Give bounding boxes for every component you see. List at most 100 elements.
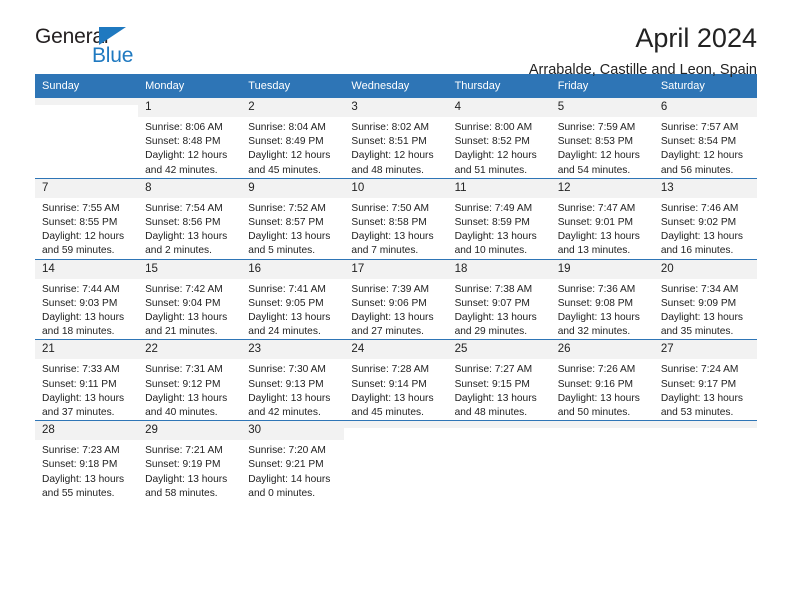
calendar-day-cell[interactable]: 9 Sunrise: 7:52 AM Sunset: 8:57 PM Daylight… (241, 177, 345, 260)
sunrise-time: Sunrise: 7:59 AM (557, 122, 636, 133)
sunset-time: Sunset: 9:15 PM (454, 378, 530, 390)
day-number: 30 (241, 421, 345, 441)
sunrise-time: Sunrise: 7:52 AM (248, 202, 326, 214)
calendar-day-cell[interactable]: 10 Sunrise: 7:50 AM Sunset: 8:58 PM Dayligh… (344, 177, 448, 260)
daylight-duration-line2: and 42 minutes. (145, 164, 218, 176)
day-details (344, 428, 447, 432)
day-details: Sunrise: 7:26 AM Sunset: 9:16 PM Daylight:… (551, 359, 654, 420)
day-number (35, 98, 139, 105)
daylight-duration-line1: Daylight: 13 hours (557, 312, 640, 324)
sunrise-time: Sunrise: 7:41 AM (248, 283, 326, 295)
calendar-day-cell[interactable]: 27 Sunrise: 7:24 AM Sunset: 9:17 PM Dayligh… (653, 339, 757, 421)
sunrise-time: Sunrise: 8:06 AM (145, 122, 223, 133)
daylight-duration-line1: Daylight: 13 hours (660, 392, 743, 404)
day-details: Sunrise: 7:47 AM Sunset: 9:01 PM Daylight:… (551, 198, 654, 259)
calendar-day-cell[interactable]: 21 Sunrise: 7:33 AM Sunset: 9:11 PM Dayligh… (35, 339, 139, 421)
calendar-day-cell[interactable]: 25 Sunrise: 7:27 AM Sunset: 9:15 PM Dayligh… (447, 339, 551, 421)
calendar-day-cell[interactable]: 22 Sunrise: 7:31 AM Sunset: 9:12 PM Dayligh… (138, 339, 242, 421)
daylight-duration-line2: and 58 minutes. (145, 487, 218, 499)
calendar-day-cell[interactable]: 4 Sunrise: 8:00 AM Sunset: 8:52 PM Daylight… (447, 97, 551, 179)
calendar-week-row: 21 Sunrise: 7:33 AM Sunset: 9:11 PM Dayligh… (35, 339, 757, 421)
day-details: Sunrise: 7:41 AM Sunset: 9:05 PM Daylight:… (241, 279, 344, 340)
sunset-time: Sunset: 9:02 PM (660, 217, 737, 229)
calendar-day-cell-empty (35, 97, 139, 179)
sunrise-time: Sunrise: 7:39 AM (351, 283, 430, 295)
calendar-week-row: 28 Sunrise: 7:23 AM Sunset: 9:18 PM Dayligh… (35, 420, 757, 502)
general-blue-logo[interactable]: General Blue (35, 26, 185, 72)
calendar-day-cell[interactable]: 30 Sunrise: 7:20 AM Sunset: 9:21 PM Dayligh… (241, 420, 345, 502)
sunset-time: Sunset: 8:49 PM (248, 136, 324, 148)
sunrise-time: Sunrise: 7:47 AM (557, 202, 636, 214)
daylight-duration-line1: Daylight: 12 hours (351, 150, 434, 162)
day-number: 25 (447, 340, 551, 360)
sunset-time: Sunset: 9:13 PM (248, 378, 324, 390)
day-number: 26 (550, 340, 654, 360)
calendar-day-cell[interactable]: 2 Sunrise: 8:04 AM Sunset: 8:49 PM Daylight… (241, 97, 345, 179)
calendar-day-cell[interactable]: 28 Sunrise: 7:23 AM Sunset: 9:18 PM Dayligh… (35, 420, 139, 502)
sunset-time: Sunset: 9:09 PM (660, 297, 737, 309)
sunrise-time: Sunrise: 7:21 AM (145, 445, 223, 457)
day-number: 7 (35, 178, 139, 198)
daylight-duration-line2: and 10 minutes. (454, 245, 528, 257)
sunset-time: Sunset: 8:51 PM (351, 136, 427, 148)
calendar-day-cell[interactable]: 8 Sunrise: 7:54 AM Sunset: 8:56 PM Daylight… (138, 177, 242, 260)
day-number: 6 (653, 98, 757, 117)
day-details: Sunrise: 7:36 AM Sunset: 9:08 PM Daylight:… (551, 279, 654, 340)
calendar-day-cell[interactable]: 6 Sunrise: 7:57 AM Sunset: 8:54 PM Daylight… (653, 97, 757, 179)
day-details: Sunrise: 7:44 AM Sunset: 9:03 PM Daylight:… (35, 279, 138, 340)
calendar-day-cell[interactable]: 16 Sunrise: 7:41 AM Sunset: 9:05 PM Dayligh… (241, 258, 345, 340)
page-header: General Blue April 2024 Arrabalde, Casti… (35, 0, 757, 78)
daylight-duration-line1: Daylight: 13 hours (145, 392, 228, 404)
calendar-day-cell[interactable]: 3 Sunrise: 8:02 AM Sunset: 8:51 PM Daylight… (344, 97, 448, 179)
calendar-day-cell[interactable]: 24 Sunrise: 7:28 AM Sunset: 9:14 PM Dayligh… (344, 339, 448, 421)
sunset-time: Sunset: 8:53 PM (557, 136, 634, 148)
sunset-time: Sunset: 9:16 PM (557, 378, 634, 390)
calendar-day-cell[interactable]: 13 Sunrise: 7:46 AM Sunset: 9:02 PM Dayligh… (653, 177, 757, 260)
sunset-time: Sunset: 8:59 PM (454, 217, 530, 229)
calendar-day-cell[interactable]: 14 Sunrise: 7:44 AM Sunset: 9:03 PM Dayligh… (35, 258, 139, 340)
daylight-duration-line2: and 48 minutes. (454, 407, 528, 419)
calendar-day-cell[interactable]: 23 Sunrise: 7:30 AM Sunset: 9:13 PM Dayligh… (241, 339, 345, 421)
daylight-duration-line2: and 54 minutes. (557, 164, 631, 176)
calendar-day-cell[interactable]: 15 Sunrise: 7:42 AM Sunset: 9:04 PM Dayligh… (138, 258, 242, 340)
calendar-day-cell[interactable]: 7 Sunrise: 7:55 AM Sunset: 8:55 PM Daylight… (35, 177, 139, 260)
sunrise-time: Sunrise: 7:34 AM (660, 283, 739, 295)
calendar-week-row: 7 Sunrise: 7:55 AM Sunset: 8:55 PM Daylight… (35, 177, 757, 260)
triangle-icon (99, 27, 126, 45)
daylight-duration-line1: Daylight: 13 hours (454, 392, 537, 404)
sunset-time: Sunset: 9:12 PM (145, 378, 221, 390)
daylight-duration-line2: and 18 minutes. (42, 326, 115, 338)
daylight-duration-line2: and 42 minutes. (248, 407, 321, 419)
calendar-day-cell[interactable]: 1 Sunrise: 8:06 AM Sunset: 8:48 PM Daylight… (138, 97, 242, 179)
daylight-duration-line1: Daylight: 13 hours (145, 312, 228, 324)
sunrise-time: Sunrise: 7:26 AM (557, 364, 636, 376)
day-number: 19 (550, 259, 654, 279)
calendar-day-cell[interactable]: 26 Sunrise: 7:26 AM Sunset: 9:16 PM Dayligh… (550, 339, 654, 421)
day-number: 4 (447, 98, 551, 117)
daylight-duration-line2: and 50 minutes. (557, 407, 631, 419)
logo-text-blue: Blue (92, 44, 134, 67)
calendar-day-cell-empty (447, 420, 551, 502)
sunrise-time: Sunrise: 7:30 AM (248, 364, 326, 376)
daylight-duration-line1: Daylight: 12 hours (42, 231, 125, 243)
calendar-body: 1 Sunrise: 8:06 AM Sunset: 8:48 PM Daylight… (35, 97, 757, 502)
calendar-day-cell[interactable]: 5 Sunrise: 7:59 AM Sunset: 8:53 PM Daylight… (550, 97, 654, 179)
calendar-day-cell[interactable]: 17 Sunrise: 7:39 AM Sunset: 9:06 PM Dayligh… (344, 258, 448, 340)
daylight-duration-line2: and 55 minutes. (42, 487, 115, 499)
sunset-time: Sunset: 9:21 PM (248, 459, 324, 471)
sunrise-time: Sunrise: 7:44 AM (42, 283, 120, 295)
sunrise-time: Sunrise: 7:31 AM (145, 364, 223, 376)
daylight-duration-line1: Daylight: 13 hours (248, 231, 331, 243)
sunrise-time: Sunrise: 7:49 AM (454, 202, 533, 214)
calendar-day-cell[interactable]: 18 Sunrise: 7:38 AM Sunset: 9:07 PM Dayligh… (447, 258, 551, 340)
daylight-duration-line1: Daylight: 13 hours (248, 392, 331, 404)
calendar-day-cell[interactable]: 19 Sunrise: 7:36 AM Sunset: 9:08 PM Dayligh… (550, 258, 654, 340)
day-details: Sunrise: 8:00 AM Sunset: 8:52 PM Daylight:… (448, 117, 551, 178)
calendar-day-cell[interactable]: 20 Sunrise: 7:34 AM Sunset: 9:09 PM Dayligh… (653, 258, 757, 340)
daylight-duration-line2: and 2 minutes. (145, 245, 212, 257)
daylight-duration-line2: and 45 minutes. (351, 407, 424, 419)
calendar-day-cell[interactable]: 29 Sunrise: 7:21 AM Sunset: 9:19 PM Dayligh… (138, 420, 242, 502)
calendar-day-cell[interactable]: 12 Sunrise: 7:47 AM Sunset: 9:01 PM Dayligh… (550, 177, 654, 260)
calendar-day-cell[interactable]: 11 Sunrise: 7:49 AM Sunset: 8:59 PM Dayligh… (447, 177, 551, 260)
day-details (448, 428, 551, 432)
